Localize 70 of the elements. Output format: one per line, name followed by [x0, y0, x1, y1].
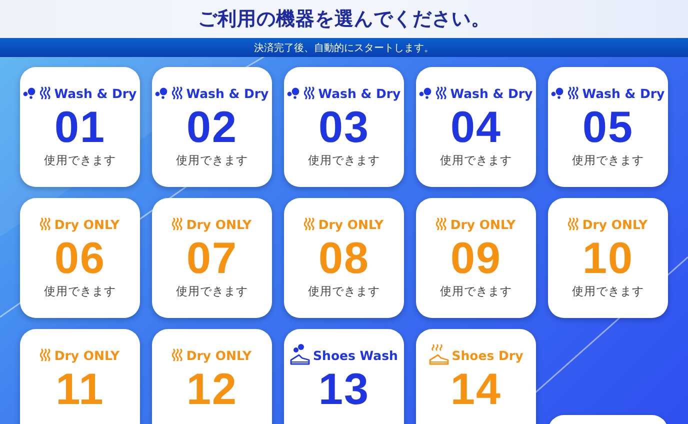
machine-type-label: Wash & Dry — [186, 86, 269, 100]
machine-type-label: Wash & Dry — [582, 86, 665, 100]
availability-status: 使用できます — [44, 284, 116, 299]
machine-number: 14 — [450, 366, 502, 414]
availability-status: 使用できます — [308, 153, 380, 168]
availability-status: 使用できます — [440, 153, 512, 168]
notice-text: 決済完了後、自動的にスタートします。 — [254, 42, 434, 54]
shoe-with-steam-icon — [428, 344, 449, 366]
machine-number: 09 — [450, 235, 502, 283]
machine-type-label: Dry ONLY — [450, 216, 516, 232]
bubbles-icon — [287, 87, 302, 99]
steam-icon — [40, 86, 52, 100]
machine-type-label: Shoes Dry — [452, 348, 524, 362]
machine-card[interactable]: Dry ONLY 09 使用できます — [416, 198, 536, 318]
machine-card[interactable]: Wash & Dry 01 使用できます — [20, 67, 140, 187]
steam-icon — [172, 217, 184, 231]
machine-type-label: Wash & Dry — [318, 86, 401, 100]
machine-card[interactable]: Shoes Wash 13 — [284, 329, 404, 424]
steam-icon — [40, 348, 52, 362]
machine-type-label: Dry ONLY — [186, 348, 252, 362]
steam-icon — [436, 86, 448, 100]
machine-type-label: Dry ONLY — [582, 216, 648, 232]
machine-number: 13 — [318, 366, 370, 414]
machine-card[interactable]: Dry ONLY 10 使用できます — [548, 198, 668, 318]
machine-type-label: Wash & Dry — [54, 86, 137, 100]
page-title: ご利用の機器を選んでください。 — [198, 7, 490, 32]
availability-status: 使用できます — [176, 153, 248, 168]
machine-number: 03 — [318, 104, 370, 152]
machine-card[interactable]: Dry ONLY 08 使用できます — [284, 198, 404, 318]
machine-type-label: Dry ONLY — [54, 348, 120, 362]
bubbles-icon — [551, 87, 566, 99]
machine-card[interactable]: Wash & Dry 05 使用できます — [548, 67, 668, 187]
availability-status: 使用できます — [440, 284, 512, 299]
machine-type-label: Dry ONLY — [186, 216, 252, 232]
machine-number: 08 — [318, 235, 370, 283]
machine-type-label: Wash & Dry — [450, 86, 533, 100]
bubbles-icon — [23, 87, 38, 99]
steam-icon — [436, 217, 448, 231]
steam-icon — [568, 217, 580, 231]
availability-status: 使用できます — [176, 284, 248, 299]
machine-number: 10 — [582, 235, 634, 283]
machine-card[interactable]: Dry ONLY 07 使用できます — [152, 198, 272, 318]
steam-icon — [40, 217, 52, 231]
machine-type-label: Dry ONLY — [318, 216, 384, 232]
machine-card[interactable]: Wash & Dry 04 使用できます — [416, 67, 536, 187]
machine-number: 01 — [54, 104, 106, 152]
machine-number: 07 — [186, 235, 238, 283]
availability-status: 使用できます — [44, 153, 116, 168]
machine-card[interactable]: Wash & Dry 03 使用できます — [284, 67, 404, 187]
machine-card[interactable]: Wash & Dry 02 使用できます — [152, 67, 272, 187]
steam-icon — [304, 86, 316, 100]
machine-number: 02 — [186, 104, 238, 152]
availability-status: 使用できます — [308, 284, 380, 299]
availability-status: 使用できます — [572, 284, 644, 299]
bubbles-icon — [419, 87, 434, 99]
steam-icon — [304, 217, 316, 231]
steam-icon — [568, 86, 580, 100]
machine-number: 04 — [450, 104, 502, 152]
machine-type-label: Dry ONLY — [54, 216, 120, 232]
machine-type-label: Shoes Wash — [313, 348, 398, 362]
machine-number: 11 — [56, 366, 104, 414]
machine-number: 06 — [54, 235, 106, 283]
bubbles-icon — [155, 87, 170, 99]
machine-number: 05 — [582, 104, 634, 152]
availability-status: 使用できます — [572, 153, 644, 168]
steam-icon — [172, 348, 184, 362]
steam-icon — [172, 86, 184, 100]
machine-card[interactable]: Dry ONLY 06 使用できます — [20, 198, 140, 318]
shoe-with-bubbles-icon — [290, 344, 310, 366]
machine-number: 12 — [186, 366, 238, 414]
